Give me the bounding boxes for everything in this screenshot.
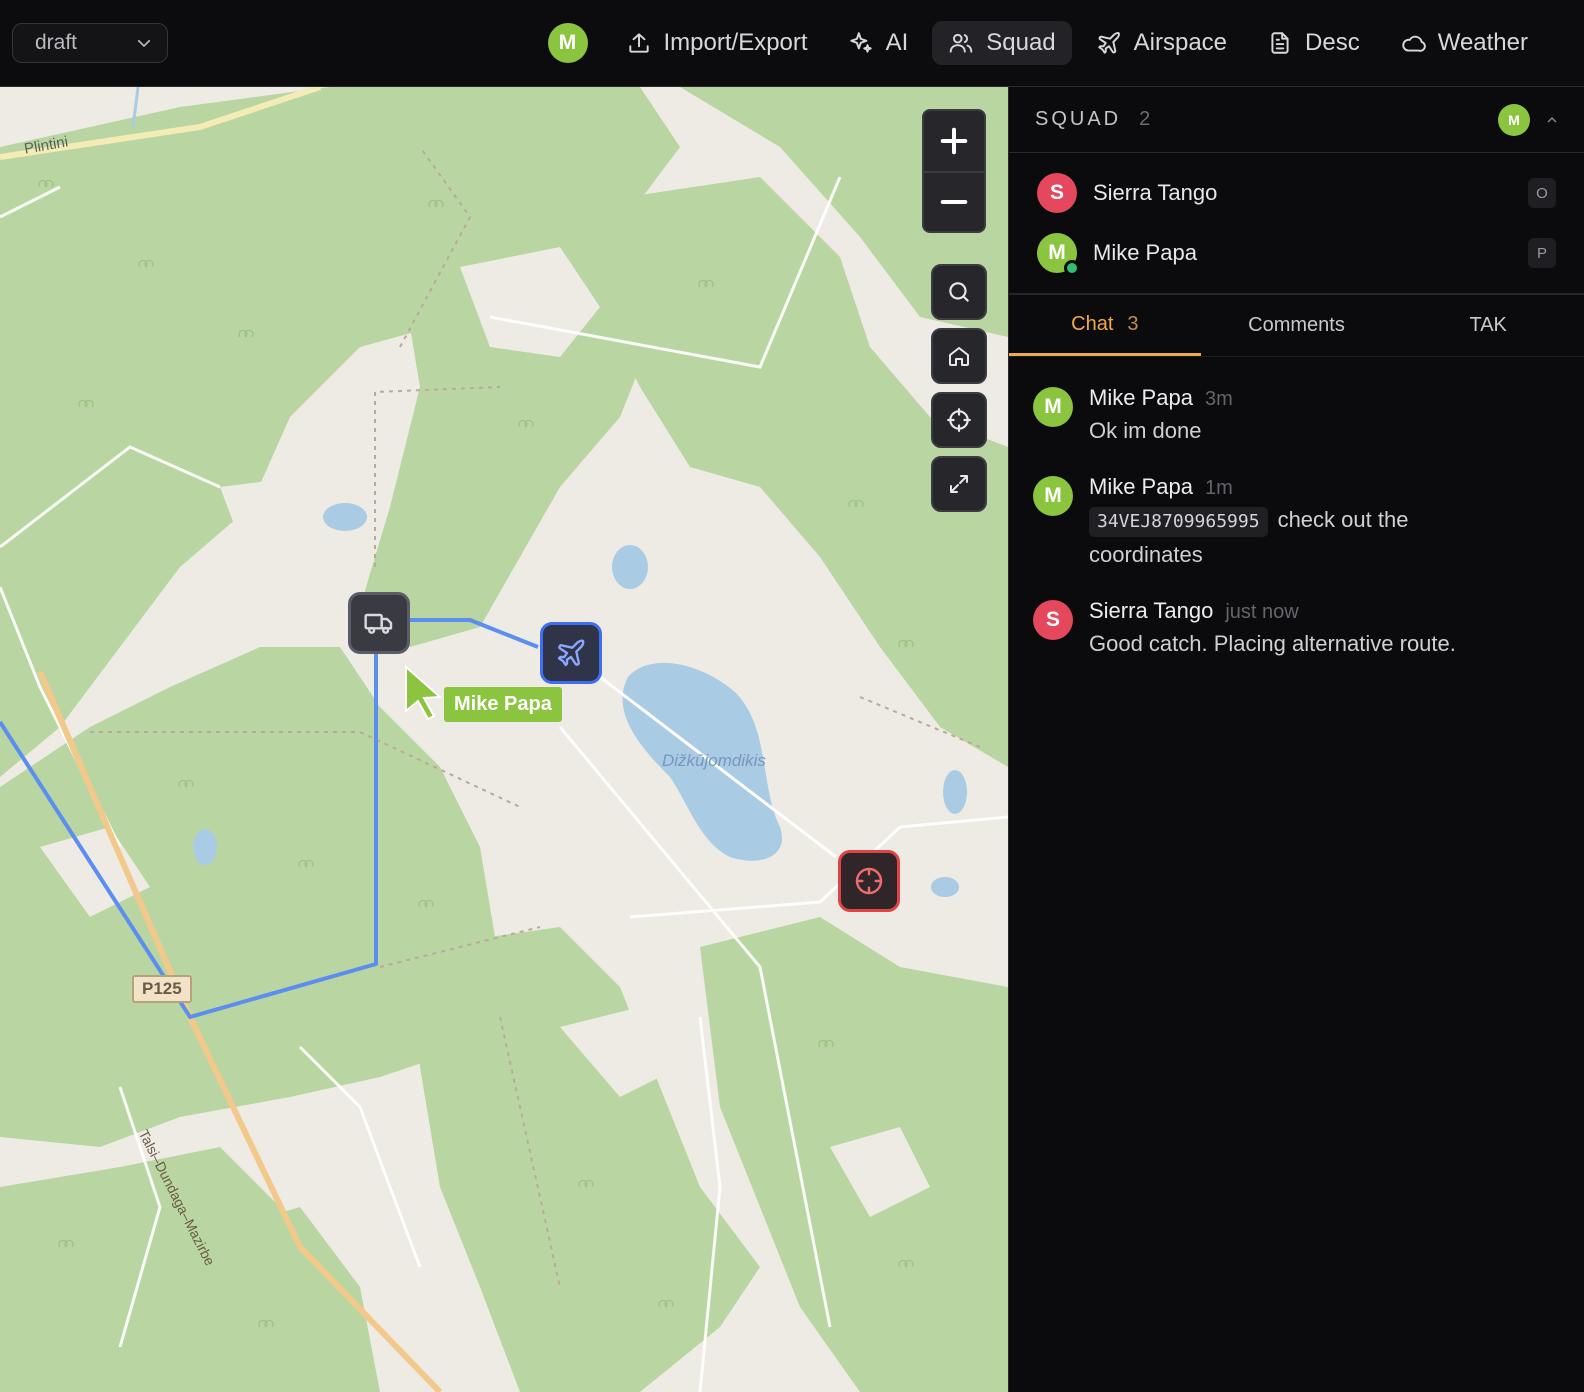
message-time: 3m <box>1204 388 1233 410</box>
ai-label: AI <box>885 29 909 56</box>
desc-button[interactable]: Desc <box>1251 21 1376 65</box>
chat-message: M Mike Papa 1m 34VEJ8709965995 check out … <box>1033 474 1560 572</box>
chevron-down-icon <box>137 39 151 48</box>
airspace-button[interactable]: Airspace <box>1080 21 1243 65</box>
import-export-button[interactable]: Import/Export <box>610 21 824 65</box>
panel-tabs: Chat 3 Comments TAK <box>1009 295 1584 357</box>
chevron-up-icon[interactable] <box>1544 112 1560 128</box>
map-home-button[interactable] <box>931 328 987 384</box>
plus-icon <box>940 127 968 155</box>
message-text: 34VEJ8709965995 check out the coordinates <box>1089 502 1489 572</box>
zoom-controls <box>922 109 986 233</box>
tab-tak-label: TAK <box>1469 314 1507 336</box>
home-icon <box>949 347 969 366</box>
avatar: S <box>1033 600 1073 640</box>
sparkles-icon <box>849 32 872 53</box>
avatar: M <box>1033 476 1073 516</box>
map-view[interactable]: Plintini Dižkūjomdikis P125 Talsi–Dundag… <box>0 87 1008 1392</box>
top-bar: draft M Import/Export AI Squad Airspace … <box>0 0 1584 87</box>
import-export-label: Import/Export <box>663 29 808 56</box>
squad-button[interactable]: Squad <box>932 21 1072 65</box>
member-mike-papa[interactable]: M Mike Papa P <box>1009 223 1584 283</box>
map-fullscreen-button[interactable] <box>931 456 987 512</box>
squad-title: SQUAD <box>1035 108 1122 130</box>
desc-label: Desc <box>1305 29 1360 56</box>
online-status-dot <box>1064 260 1080 276</box>
expand-icon <box>950 475 968 493</box>
user-avatar[interactable]: M <box>547 23 588 63</box>
mission-select[interactable]: draft <box>12 23 168 63</box>
member-sierra-tango[interactable]: S Sierra Tango O <box>1009 163 1584 223</box>
truck-marker[interactable] <box>348 592 410 654</box>
message-author: Mike Papa <box>1089 385 1193 410</box>
squad-label: Squad <box>986 29 1056 56</box>
plane-icon <box>557 639 585 667</box>
cursor-user-label: Mike Papa <box>444 687 562 722</box>
role-badge: O <box>1528 178 1556 208</box>
message-time: 1m <box>1204 477 1233 499</box>
squad-panel: SQUAD 2 M S Sierra Tango O M Mike Papa P… <box>1008 87 1584 1392</box>
tab-comments[interactable]: Comments <box>1201 295 1393 356</box>
zoom-out-button[interactable] <box>924 171 984 231</box>
upload-icon <box>628 33 649 53</box>
crosshair-icon <box>947 408 971 432</box>
chat-message: S Sierra Tango just now Good catch. Plac… <box>1033 598 1560 661</box>
airspace-label: Airspace <box>1133 29 1228 56</box>
tab-chat[interactable]: Chat 3 <box>1009 295 1201 356</box>
cloud-icon <box>1402 35 1426 52</box>
target-marker[interactable] <box>838 850 900 912</box>
message-author: Sierra Tango <box>1089 598 1214 623</box>
tab-comments-label: Comments <box>1248 314 1345 336</box>
document-icon <box>1271 32 1289 54</box>
tab-tak[interactable]: TAK <box>1392 295 1584 356</box>
squad-header[interactable]: SQUAD 2 M <box>1009 87 1584 153</box>
member-name: Sierra Tango <box>1093 180 1218 205</box>
plane-icon <box>1097 32 1120 54</box>
self-avatar: M <box>1498 103 1530 136</box>
message-time: just now <box>1225 601 1299 623</box>
zoom-in-button[interactable] <box>924 111 984 171</box>
lake-label: Dižkūjomdikis <box>662 751 766 770</box>
aircraft-marker[interactable] <box>540 622 602 684</box>
top-nav: M Import/Export AI Squad Airspace Desc W… <box>547 20 1544 66</box>
truck-icon <box>364 613 393 634</box>
squad-count: 2 <box>1139 108 1151 130</box>
message-text: Ok im done <box>1089 418 1202 443</box>
squad-members: S Sierra Tango O M Mike Papa P <box>1009 153 1584 295</box>
map-locate-button[interactable] <box>931 392 987 448</box>
weather-button[interactable]: Weather <box>1384 21 1544 65</box>
coordinate-chip[interactable]: 34VEJ8709965995 <box>1089 507 1268 537</box>
avatar: M <box>1033 387 1073 427</box>
search-icon <box>949 282 969 302</box>
role-badge: P <box>1528 238 1556 268</box>
member-name: Mike Papa <box>1093 240 1197 265</box>
map-tiles <box>0 87 1008 1392</box>
crosshair-icon <box>855 867 883 895</box>
chat-message: M Mike Papa 3m Ok im done <box>1033 385 1560 448</box>
message-author: Mike Papa <box>1089 474 1193 499</box>
map-search-button[interactable] <box>931 264 987 320</box>
users-icon <box>949 33 973 53</box>
tab-chat-label: Chat <box>1071 312 1114 335</box>
mission-select-value: draft <box>35 31 78 54</box>
ai-button[interactable]: AI <box>832 21 925 65</box>
minus-icon <box>940 200 968 204</box>
tab-chat-count: 3 <box>1127 312 1139 335</box>
avatar: M <box>1037 233 1080 276</box>
weather-label: Weather <box>1437 29 1528 56</box>
chat-messages: M Mike Papa 3m Ok im done M Mike Papa 1m… <box>1009 357 1584 661</box>
avatar: S <box>1037 173 1077 213</box>
message-text: Good catch. Placing alternative route. <box>1089 631 1456 656</box>
road-shield: P125 <box>132 975 192 1003</box>
